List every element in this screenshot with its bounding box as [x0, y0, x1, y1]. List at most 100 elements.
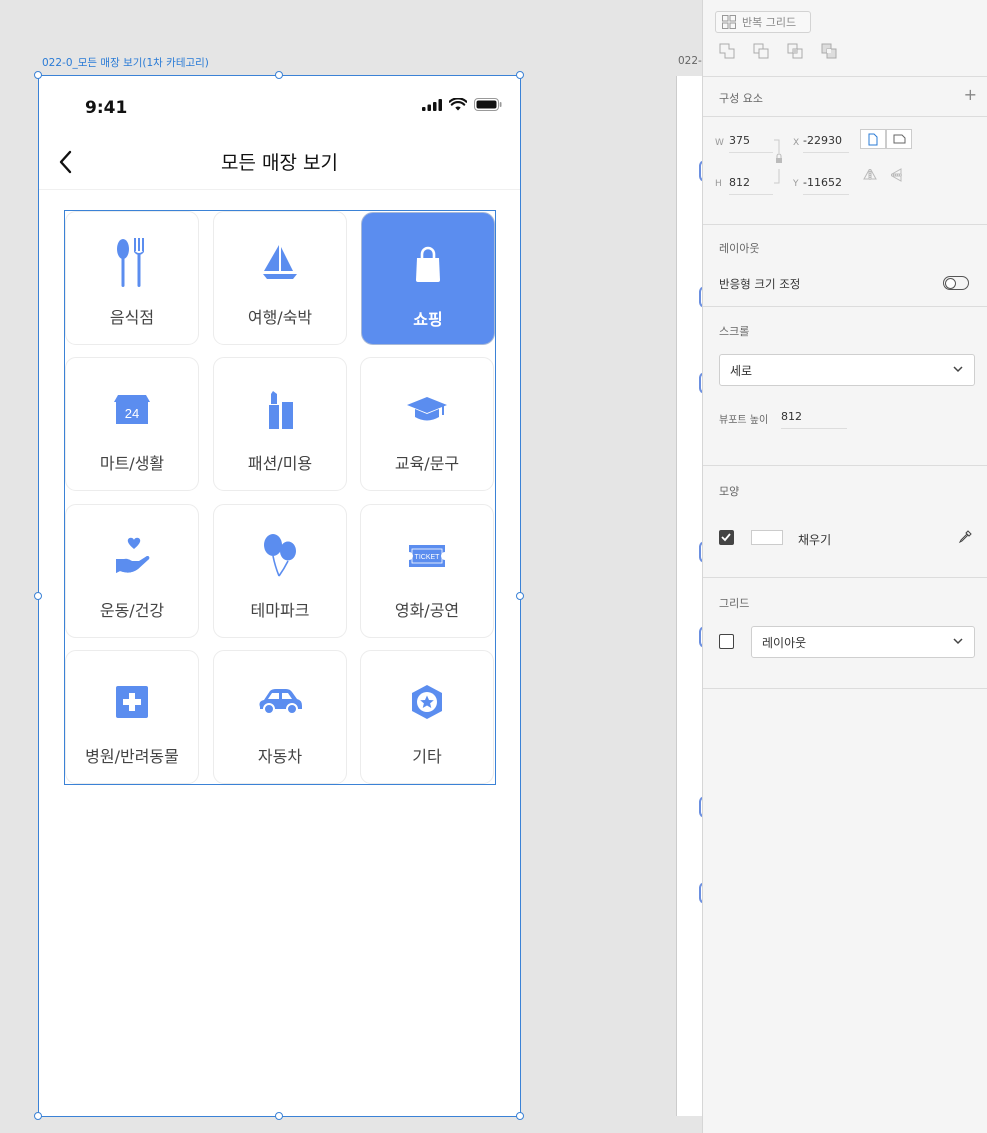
properties-panel: 반복 그리드 구성 요소 + W 375 X -22930 H 812 Y -1…: [702, 0, 987, 1133]
components-section: 구성 요소 +: [703, 77, 987, 117]
status-bar: 9:41: [39, 76, 520, 136]
repeat-grid-section: 반복 그리드: [703, 0, 987, 77]
category-tile-travel[interactable]: 여행/숙박: [213, 211, 347, 345]
category-label: 병원/반려동물: [85, 747, 179, 766]
category-tile-mart[interactable]: 24 마트/생활: [65, 357, 199, 491]
category-label: 마트/생활: [99, 454, 165, 473]
x-field[interactable]: -22930: [803, 134, 849, 153]
category-label: 영화/공연: [394, 601, 460, 620]
responsive-resize-toggle[interactable]: [943, 276, 969, 290]
status-icons: [422, 98, 502, 111]
add-component-icon[interactable]: +: [964, 85, 977, 104]
union-icon[interactable]: [719, 43, 735, 59]
phone-artboard[interactable]: 9:41 모든 매장 보기 음식점 여행/숙박 쇼핑 24 마트/생활 패션/미…: [38, 75, 521, 1117]
portrait-button[interactable]: [860, 129, 886, 149]
height-field[interactable]: 812: [729, 176, 773, 195]
cosmetics-icon: [269, 391, 293, 429]
resize-handle[interactable]: [516, 1112, 524, 1120]
transform-section: W 375 X -22930 H 812 Y -11652: [703, 117, 987, 225]
store-24-text: 24: [125, 406, 139, 421]
resize-handle[interactable]: [275, 71, 283, 79]
grid-type-value: 레이아웃: [762, 635, 807, 650]
battery-icon: [474, 98, 502, 111]
viewport-height-field[interactable]: 812: [781, 410, 847, 429]
ticket-icon: TICKET: [409, 545, 445, 567]
lock-aspect-icon[interactable]: [774, 139, 784, 185]
ticket-text: TICKET: [415, 554, 441, 561]
category-repeat-grid[interactable]: 음식점 여행/숙박 쇼핑 24 마트/생활 패션/미용 교육/문구 운동/건강 …: [64, 210, 496, 785]
layout-section: 레이아웃 반응형 크기 조정: [703, 225, 987, 307]
intersect-icon[interactable]: [787, 43, 803, 59]
sailboat-icon: [263, 245, 297, 279]
category-tile-etc[interactable]: 기타: [360, 650, 494, 784]
car-icon: [259, 689, 302, 715]
category-tile-fashion[interactable]: 패션/미용: [213, 357, 347, 491]
landscape-button[interactable]: [886, 129, 912, 149]
page-title: 모든 매장 보기: [221, 152, 338, 174]
category-label: 여행/숙박: [247, 308, 313, 327]
exclude-icon[interactable]: [821, 43, 837, 59]
category-label: 쇼핑: [413, 310, 443, 329]
balloons-icon: [264, 534, 296, 577]
category-tile-themepark[interactable]: 테마파크: [213, 504, 347, 638]
category-tile-education[interactable]: 교육/문구: [360, 357, 494, 491]
status-time: 9:41: [85, 98, 128, 118]
category-label: 자동차: [257, 747, 303, 766]
medical-cross-icon: [116, 686, 148, 718]
fill-color-swatch[interactable]: [751, 530, 783, 545]
resize-handle[interactable]: [275, 1112, 283, 1120]
flip-vertical-icon[interactable]: [891, 168, 903, 182]
resize-handle[interactable]: [34, 1112, 42, 1120]
category-tile-restaurant[interactable]: 음식점: [65, 211, 199, 345]
category-label: 기타: [412, 747, 442, 766]
category-tile-hospital[interactable]: 병원/반려동물: [65, 650, 199, 784]
width-field[interactable]: 375: [729, 134, 773, 153]
fill-label: 채우기: [798, 533, 832, 547]
repeat-grid-button[interactable]: 반복 그리드: [715, 11, 811, 33]
scroll-title: 스크롤: [719, 325, 750, 338]
store-24-icon: 24: [114, 395, 150, 424]
w-label: W: [715, 138, 724, 148]
artboard-name-label[interactable]: 022-0_모든 매장 보기(1차 카테고리): [42, 55, 209, 70]
badge-star-icon: [412, 685, 442, 719]
flip-horizontal-icon[interactable]: [863, 169, 877, 181]
category-tile-car[interactable]: 자동차: [213, 650, 347, 784]
subtract-icon[interactable]: [753, 43, 769, 59]
resize-handle[interactable]: [34, 592, 42, 600]
chevron-down-icon: [953, 366, 963, 373]
layout-title: 레이아웃: [719, 242, 760, 255]
checkmark-icon: [721, 533, 731, 542]
utensils-icon: [117, 238, 144, 287]
resize-handle[interactable]: [516, 592, 524, 600]
scroll-direction-select[interactable]: 세로: [719, 354, 975, 386]
category-tile-shopping[interactable]: 쇼핑: [362, 213, 494, 344]
navigation-bar: 모든 매장 보기: [39, 136, 520, 190]
grid-checkbox[interactable]: [719, 634, 734, 649]
wifi-icon: [449, 98, 467, 111]
portrait-icon: [868, 133, 878, 145]
boolean-ops: [719, 43, 837, 59]
shopping-bag-icon: [416, 246, 440, 282]
landscape-icon: [893, 134, 905, 144]
artboard2-name-label[interactable]: 022-: [678, 55, 702, 67]
category-label: 음식점: [109, 308, 155, 327]
responsive-resize-label: 반응형 크기 조정: [719, 277, 801, 291]
heart-hand-icon: [116, 537, 150, 573]
resize-handle[interactable]: [516, 71, 524, 79]
x-label: X: [793, 138, 800, 148]
appearance-title: 모양: [719, 485, 740, 498]
eyedropper-icon[interactable]: [958, 529, 973, 544]
category-tile-sports[interactable]: 운동/건강: [65, 504, 199, 638]
components-title: 구성 요소: [719, 92, 763, 105]
category-label: 운동/건강: [99, 601, 165, 620]
chevron-down-icon: [953, 638, 963, 645]
fill-checkbox[interactable]: [719, 530, 734, 545]
repeat-grid-label: 반복 그리드: [742, 16, 797, 29]
category-tile-movie[interactable]: TICKET 영화/공연: [360, 504, 494, 638]
y-field[interactable]: -11652: [803, 176, 849, 195]
category-label: 패션/미용: [247, 454, 313, 473]
grid-type-select[interactable]: 레이아웃: [751, 626, 975, 658]
y-label: Y: [793, 179, 799, 189]
resize-handle[interactable]: [34, 71, 42, 79]
category-label: 교육/문구: [394, 454, 460, 473]
